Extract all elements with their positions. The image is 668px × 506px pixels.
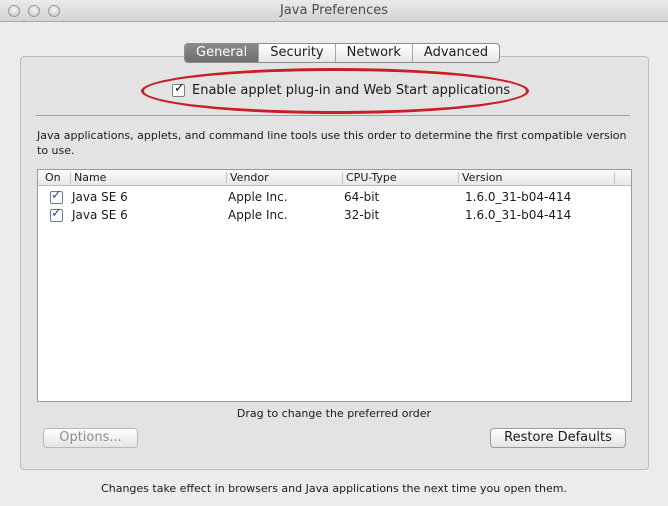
- column-separator: [342, 172, 343, 184]
- section-divider: [36, 115, 630, 116]
- window-title: Java Preferences: [279, 3, 389, 18]
- row-enabled-checkbox[interactable]: ✓: [50, 188, 63, 204]
- table-header: On Name Vendor CPU-Type Version: [38, 170, 631, 186]
- row-cpu-type: 32-bit: [344, 208, 380, 222]
- tab-general[interactable]: General: [185, 44, 260, 62]
- column-separator: [226, 172, 227, 184]
- column-separator: [458, 172, 459, 184]
- column-header-name[interactable]: Name: [74, 171, 106, 184]
- tab-security[interactable]: Security: [259, 44, 336, 62]
- column-header-cpu-type[interactable]: CPU-Type: [346, 171, 397, 184]
- row-vendor: Apple Inc.: [228, 190, 288, 204]
- row-version: 1.6.0_31-b04-414: [465, 190, 572, 204]
- footer-note: Changes take effect in browsers and Java…: [101, 482, 567, 495]
- table-row[interactable]: ✓ Java SE 6 Apple Inc. 32-bit 1.6.0_31-b…: [38, 206, 631, 224]
- column-header-version[interactable]: Version: [462, 171, 502, 184]
- table-row[interactable]: ✓ Java SE 6 Apple Inc. 64-bit 1.6.0_31-b…: [38, 188, 631, 206]
- column-header-on[interactable]: On: [45, 171, 61, 184]
- enable-applet-label: Enable applet plug-in and Web Start appl…: [192, 82, 511, 98]
- row-name: Java SE 6: [72, 208, 128, 222]
- row-enabled-checkbox[interactable]: ✓: [50, 206, 63, 222]
- row-version: 1.6.0_31-b04-414: [465, 208, 572, 222]
- checkmark-icon: ✓: [174, 80, 185, 96]
- order-description: Java applications, applets, and command …: [37, 129, 627, 157]
- tab-bar: General Security Network Advanced: [184, 43, 501, 63]
- row-cpu-type: 64-bit: [344, 190, 380, 204]
- column-header-vendor[interactable]: Vendor: [230, 171, 269, 184]
- java-versions-table: On Name Vendor CPU-Type Version ✓ Java S…: [37, 169, 632, 402]
- title-bar: Java Preferences: [0, 0, 668, 22]
- tab-network[interactable]: Network: [336, 44, 413, 62]
- row-name: Java SE 6: [72, 190, 128, 204]
- checkmark-icon: ✓: [51, 206, 62, 221]
- column-separator: [70, 172, 71, 184]
- options-button[interactable]: Options...: [43, 428, 138, 448]
- enable-applet-option[interactable]: ✓ Enable applet plug-in and Web Start ap…: [172, 80, 510, 100]
- tab-advanced[interactable]: Advanced: [413, 44, 499, 62]
- column-separator: [614, 172, 615, 184]
- restore-defaults-button[interactable]: Restore Defaults: [490, 428, 626, 448]
- drag-hint: Drag to change the preferred order: [236, 407, 432, 420]
- enable-applet-checkbox[interactable]: ✓: [172, 80, 185, 97]
- checkmark-icon: ✓: [51, 188, 62, 203]
- row-vendor: Apple Inc.: [228, 208, 288, 222]
